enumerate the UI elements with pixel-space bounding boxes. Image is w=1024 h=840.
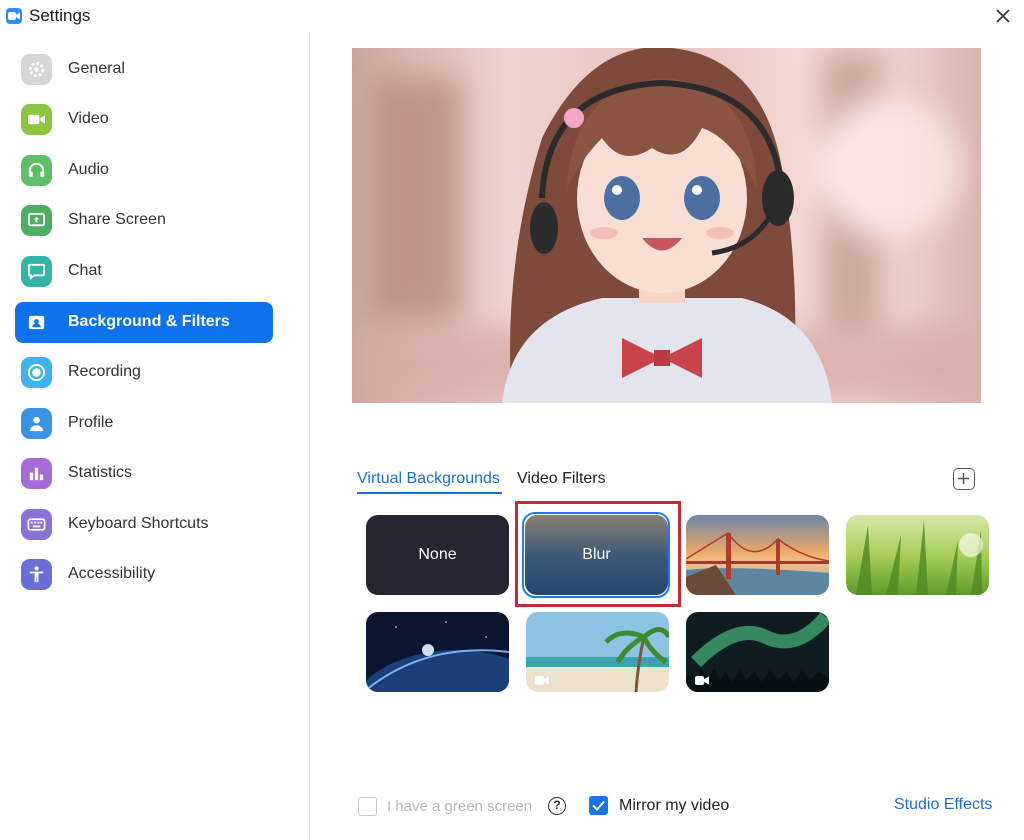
add-background-button[interactable]	[953, 468, 975, 490]
sidebar-item-recording[interactable]: Recording	[15, 352, 273, 393]
background-thumb-beach[interactable]	[526, 612, 669, 692]
sidebar-item-label: Video	[68, 110, 109, 127]
title-bar: Settings	[0, 0, 1024, 32]
sidebar-item-label: Profile	[68, 414, 114, 431]
background-thumb-blur[interactable]: Blur	[525, 515, 668, 595]
sidebar-item-label: Audio	[68, 161, 109, 178]
sidebar-item-general[interactable]: General	[15, 49, 273, 90]
chat-bubble-icon	[21, 256, 52, 287]
mirror-video-label: Mirror my video	[619, 797, 730, 814]
gear-icon	[21, 54, 52, 85]
video-preview	[352, 48, 981, 403]
sidebar-item-label: Accessibility	[68, 565, 156, 582]
headphones-icon	[21, 155, 52, 186]
sidebar-item-label: Chat	[68, 262, 102, 279]
bar-chart-icon	[21, 458, 52, 489]
background-thumb-grass[interactable]	[846, 515, 989, 595]
settings-sidebar: General Video Audio Share Screen Chat Ba…	[0, 32, 310, 840]
mirror-video-checkbox[interactable]	[589, 796, 608, 815]
close-icon	[996, 9, 1010, 23]
thumb-label: None	[418, 546, 457, 563]
sidebar-item-label: Recording	[68, 363, 141, 380]
window-title: Settings	[29, 6, 91, 25]
studio-effects-link[interactable]: Studio Effects	[894, 796, 992, 814]
zoom-logo-icon	[6, 8, 22, 24]
sidebar-item-audio[interactable]: Audio	[15, 150, 273, 191]
green-screen-checkbox[interactable]	[358, 797, 377, 816]
keyboard-icon	[21, 509, 52, 540]
accessibility-icon	[21, 559, 52, 590]
sidebar-item-chat[interactable]: Chat	[15, 251, 273, 292]
sidebar-item-video[interactable]: Video	[15, 99, 273, 140]
video-camera-icon	[695, 676, 709, 685]
plus-icon	[958, 473, 969, 484]
sidebar-item-background-filters[interactable]: Background & Filters	[15, 302, 273, 343]
background-thumb-none[interactable]: None	[366, 515, 509, 595]
sidebar-item-keyboard-shortcuts[interactable]: Keyboard Shortcuts	[15, 504, 273, 545]
video-camera-icon	[21, 104, 52, 135]
tab-virtual-backgrounds[interactable]: Virtual Backgrounds	[357, 470, 500, 488]
background-thumb-earth-space[interactable]	[366, 612, 509, 692]
help-icon[interactable]: ?	[548, 797, 566, 815]
tab-video-filters[interactable]: Video Filters	[517, 470, 606, 488]
sidebar-item-label: Statistics	[68, 464, 133, 481]
background-icon	[21, 307, 52, 338]
record-icon	[21, 357, 52, 388]
sidebar-item-label: Keyboard Shortcuts	[68, 515, 209, 532]
active-tab-indicator	[357, 492, 502, 494]
sidebar-item-label: Share Screen	[68, 211, 166, 228]
close-button[interactable]	[990, 4, 1016, 28]
background-thumb-golden-gate[interactable]	[686, 515, 829, 595]
person-icon	[21, 408, 52, 439]
sidebar-item-profile[interactable]: Profile	[15, 403, 273, 444]
sidebar-item-statistics[interactable]: Statistics	[15, 453, 273, 494]
background-thumb-aurora[interactable]	[686, 612, 829, 692]
sidebar-item-label: Background & Filters	[68, 313, 230, 330]
sidebar-item-accessibility[interactable]: Accessibility	[15, 554, 273, 595]
green-screen-label: I have a green screen	[387, 798, 533, 815]
share-screen-icon	[21, 205, 52, 236]
video-camera-icon	[535, 676, 549, 685]
sidebar-item-label: General	[68, 60, 125, 77]
avatar-preview-image	[352, 48, 981, 403]
sidebar-item-share-screen[interactable]: Share Screen	[15, 200, 273, 241]
thumb-label: Blur	[582, 546, 611, 563]
checkmark-icon	[592, 800, 605, 811]
